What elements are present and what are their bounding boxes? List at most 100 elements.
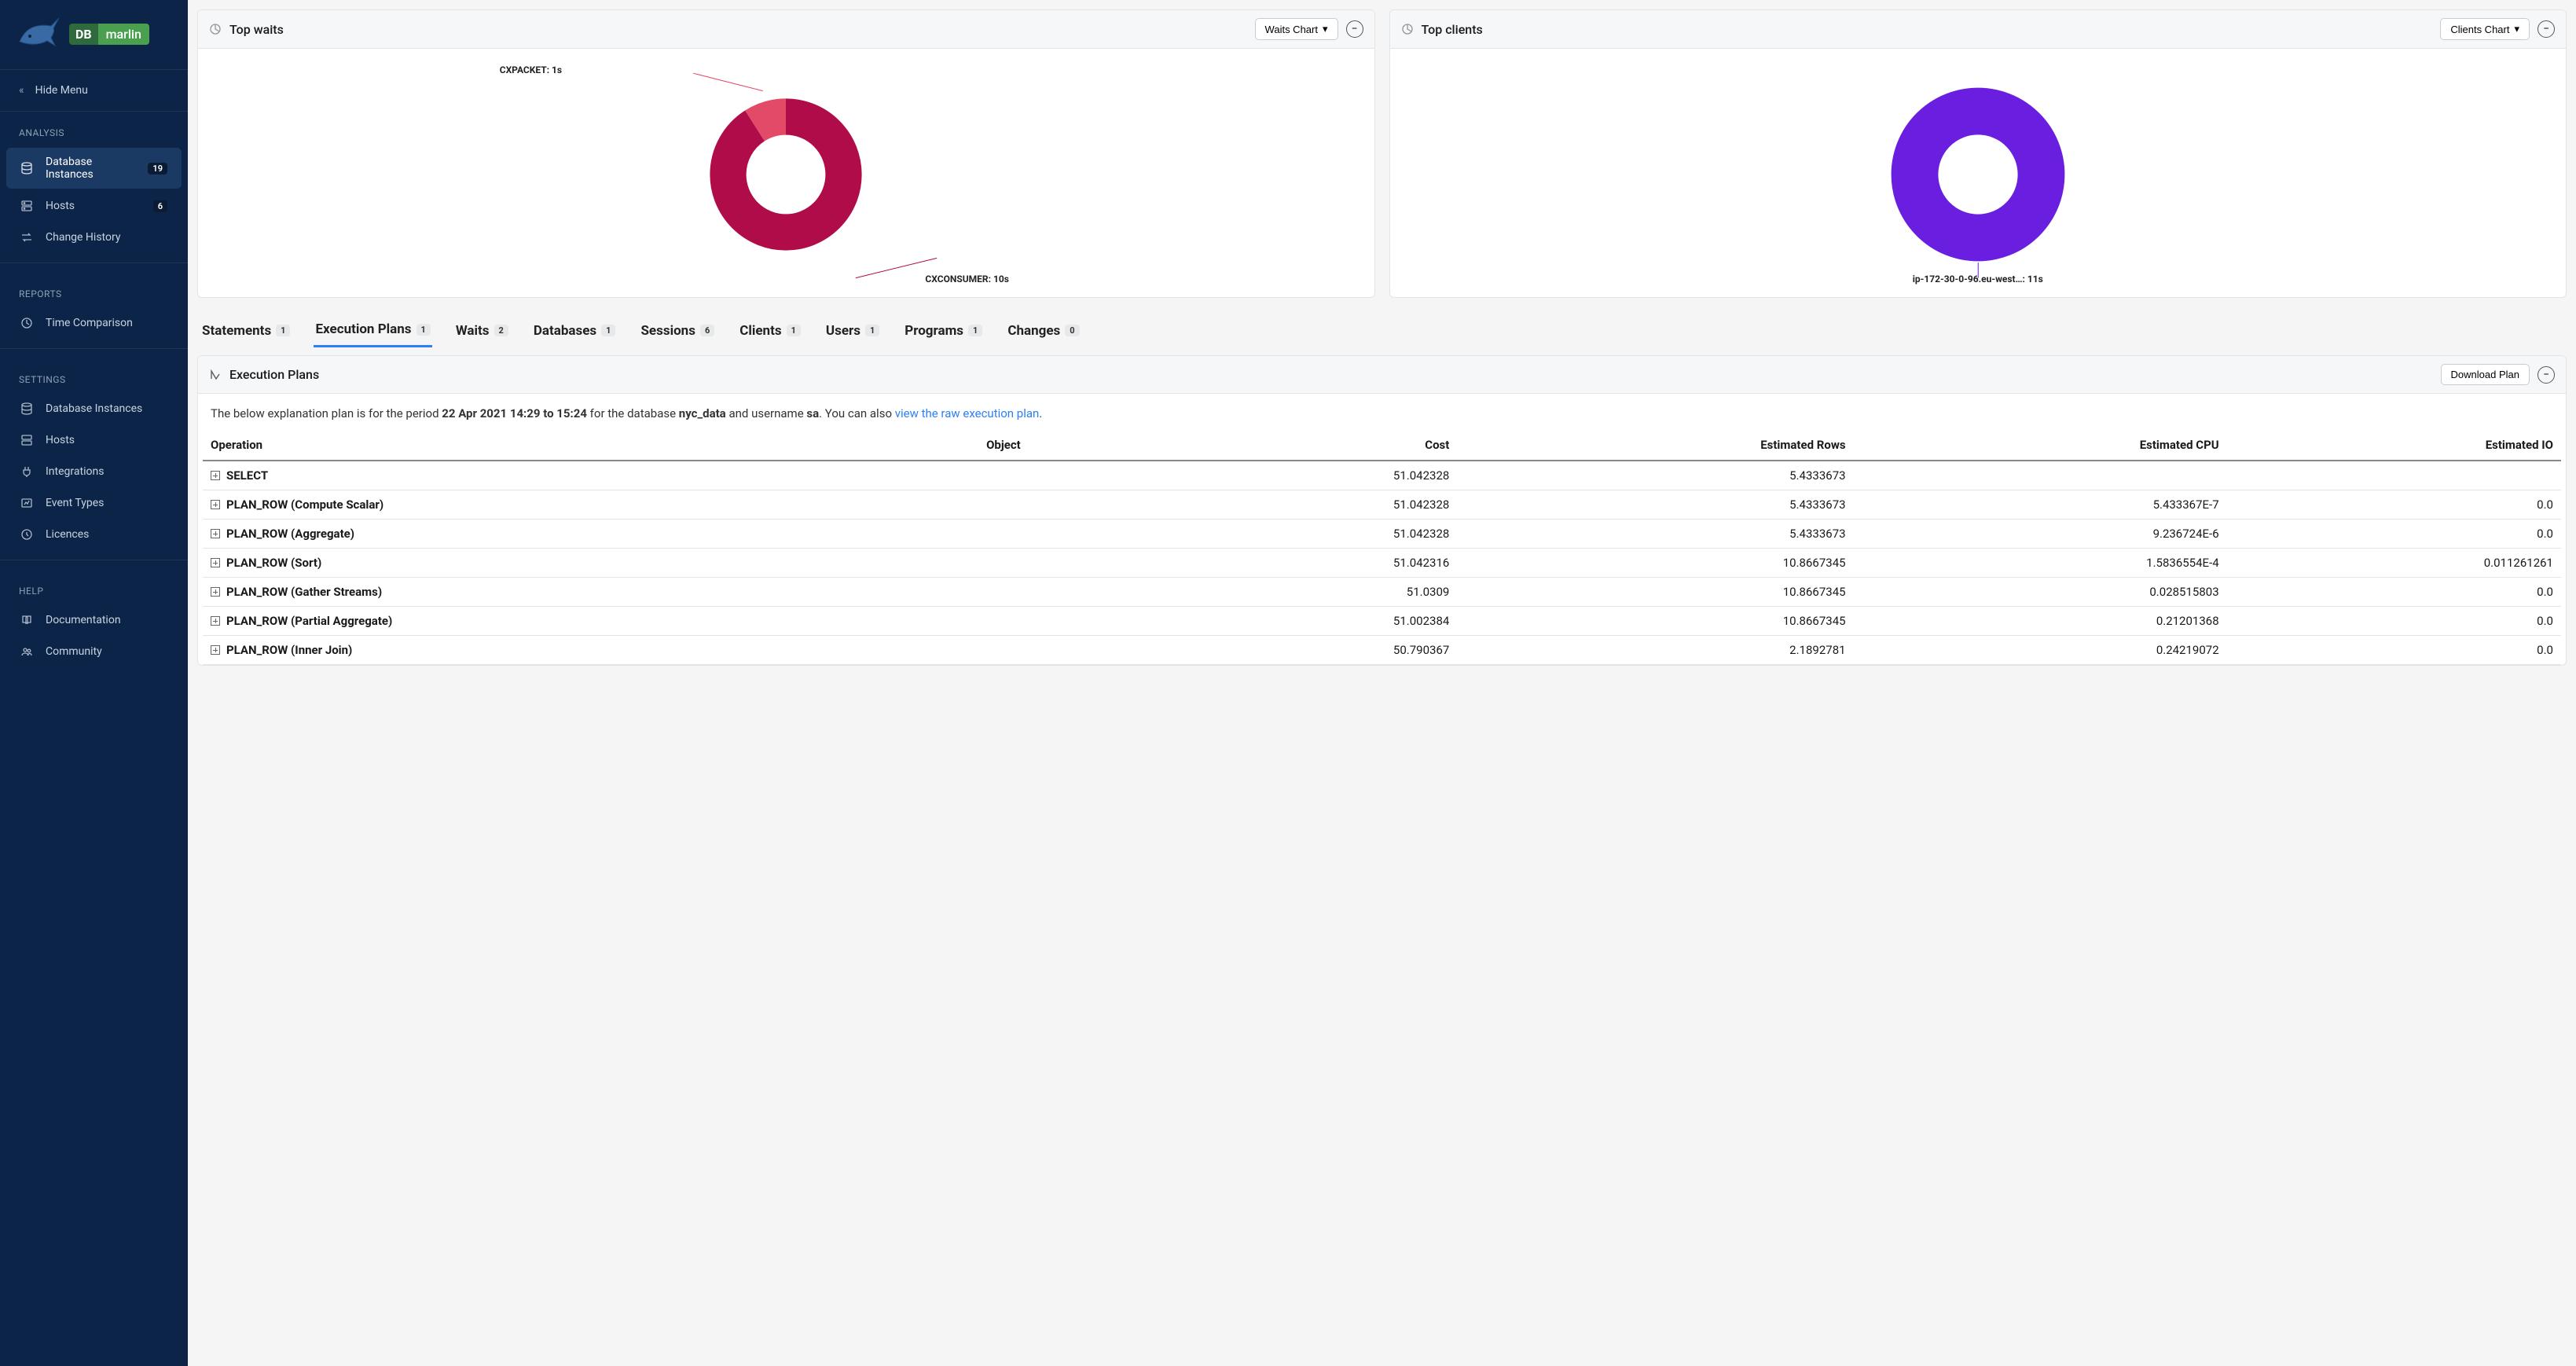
book-icon <box>20 614 35 626</box>
expand-icon[interactable] <box>211 500 220 509</box>
tab-programs[interactable]: Programs1 <box>903 317 984 347</box>
tabs: Statements1Execution Plans1Waits2Databas… <box>197 312 2567 347</box>
tab-label: Statements <box>202 323 271 339</box>
cpu-cell: 1.5836554E-4 <box>1854 549 2227 578</box>
waits-donut-chart: CXPACKET: 1s CXCONSUMER: 10s <box>206 64 1367 285</box>
section-help: HELP <box>0 570 188 604</box>
table-row: PLAN_ROW (Partial Aggregate)51.00238410.… <box>203 607 2561 636</box>
cost-cell: 51.042328 <box>1175 461 1457 490</box>
sidebar-item-database-instances[interactable]: Database Instances 19 <box>6 148 182 189</box>
cost-cell: 51.042328 <box>1175 520 1457 549</box>
column-header[interactable]: Cost <box>1175 430 1457 461</box>
execution-plans-panel: Execution Plans Download Plan − The belo… <box>197 355 2567 666</box>
plug-icon <box>20 465 35 478</box>
cpu-cell: 0.028515803 <box>1854 578 2227 607</box>
table-row: PLAN_ROW (Sort)51.04231610.86673451.5836… <box>203 549 2561 578</box>
column-header[interactable]: Estimated CPU <box>1854 430 2227 461</box>
tab-execution-plans[interactable]: Execution Plans1 <box>314 317 431 347</box>
rows-cell: 2.1892781 <box>1457 636 1853 665</box>
plan-description: The below explanation plan is for the pe… <box>198 394 2566 430</box>
pie-chart-icon <box>1401 23 1414 35</box>
tab-users[interactable]: Users1 <box>824 317 881 347</box>
hide-menu-button[interactable]: « Hide Menu <box>0 69 188 112</box>
card-title: Top clients <box>1422 22 2433 37</box>
column-header[interactable]: Estimated IO <box>2227 430 2561 461</box>
sidebar-item-hosts[interactable]: Hosts 6 <box>6 192 182 220</box>
tab-badge: 1 <box>787 325 801 336</box>
plan-database: nyc_data <box>679 406 726 420</box>
table-row: PLAN_ROW (Compute Scalar)51.0423285.4333… <box>203 490 2561 520</box>
cost-cell: 51.042316 <box>1175 549 1457 578</box>
cost-cell: 50.790367 <box>1175 636 1457 665</box>
sidebar-item-label: Documentation <box>46 614 167 626</box>
object-cell <box>978 490 1175 520</box>
plan-period: 22 Apr 2021 14:29 to 15:24 <box>442 406 587 420</box>
dropdown-label: Waits Chart <box>1265 24 1318 35</box>
sidebar-item-licences[interactable]: Licences <box>6 520 182 549</box>
clients-chart-dropdown[interactable]: Clients Chart ▾ <box>2440 18 2530 40</box>
sidebar-item-settings-db[interactable]: Database Instances <box>6 395 182 423</box>
collapse-button[interactable]: − <box>2537 366 2555 384</box>
sidebar-item-settings-hosts[interactable]: Hosts <box>6 426 182 454</box>
rows-cell: 5.4333673 <box>1457 490 1853 520</box>
logo: DB marlin <box>0 0 188 69</box>
tab-clients[interactable]: Clients1 <box>738 317 802 347</box>
table-row: PLAN_ROW (Inner Join)50.7903672.18927810… <box>203 636 2561 665</box>
top-clients-card: Top clients Clients Chart ▾ − ip-172-30-… <box>1389 9 2567 298</box>
column-header[interactable]: Estimated Rows <box>1457 430 1853 461</box>
tab-waits[interactable]: Waits2 <box>454 317 510 347</box>
sidebar-item-label: Database Instances <box>46 156 137 181</box>
download-plan-button[interactable]: Download Plan <box>2441 364 2530 385</box>
sidebar-item-event-types[interactable]: Event Types <box>6 489 182 517</box>
card-header: Top waits Waits Chart ▾ − <box>198 10 1374 49</box>
operation-cell: SELECT <box>203 461 978 490</box>
waits-chart-dropdown[interactable]: Waits Chart ▾ <box>1255 18 1338 40</box>
tab-statements[interactable]: Statements1 <box>200 317 292 347</box>
sidebar-item-change-history[interactable]: Change History <box>6 223 182 252</box>
operation-cell: PLAN_ROW (Aggregate) <box>203 520 978 549</box>
io-cell: 0.011261261 <box>2227 549 2561 578</box>
rows-cell: 10.8667345 <box>1457 549 1853 578</box>
sidebar-item-time-comparison[interactable]: Time Comparison <box>6 309 182 337</box>
expand-icon[interactable] <box>211 587 220 597</box>
sidebar-item-community[interactable]: Community <box>6 637 182 666</box>
sidebar-item-label: Integrations <box>46 465 167 478</box>
rows-cell: 10.8667345 <box>1457 578 1853 607</box>
tab-sessions[interactable]: Sessions6 <box>639 317 716 347</box>
object-cell <box>978 549 1175 578</box>
sidebar-item-label: Database Instances <box>46 402 167 415</box>
collapse-button[interactable]: − <box>1346 20 1363 38</box>
io-cell: 0.0 <box>2227 636 2561 665</box>
tab-databases[interactable]: Databases1 <box>532 317 618 347</box>
marlin-fish-icon <box>16 14 63 53</box>
tab-changes[interactable]: Changes0 <box>1006 317 1081 347</box>
io-cell: 0.0 <box>2227 578 2561 607</box>
expand-icon[interactable] <box>211 471 220 480</box>
rows-cell: 5.4333673 <box>1457 520 1853 549</box>
view-raw-plan-link[interactable]: view the raw execution plan <box>895 406 1040 420</box>
sidebar-item-documentation[interactable]: Documentation <box>6 606 182 634</box>
cpu-cell: 0.21201368 <box>1854 607 2227 636</box>
cpu-cell: 5.433367E-7 <box>1854 490 2227 520</box>
sidebar-item-integrations[interactable]: Integrations <box>6 457 182 486</box>
operation-cell: PLAN_ROW (Compute Scalar) <box>203 490 978 520</box>
plan-username: sa <box>806 406 819 420</box>
card-header: Top clients Clients Chart ▾ − <box>1390 10 2567 49</box>
collapse-button[interactable]: − <box>2537 20 2555 38</box>
column-header[interactable]: Operation <box>203 430 978 461</box>
tab-badge: 1 <box>416 324 431 336</box>
sidebar-item-label: Event Types <box>46 497 167 509</box>
expand-icon[interactable] <box>211 616 220 626</box>
expand-icon[interactable] <box>211 558 220 567</box>
expand-icon[interactable] <box>211 529 220 538</box>
expand-icon[interactable] <box>211 645 220 655</box>
operation-cell: PLAN_ROW (Gather Streams) <box>203 578 978 607</box>
io-cell: 0.0 <box>2227 490 2561 520</box>
logo-marlin-text: marlin <box>98 24 149 45</box>
tab-badge: 6 <box>700 325 714 336</box>
section-analysis: ANALYSIS <box>0 112 188 146</box>
column-header[interactable]: Object <box>978 430 1175 461</box>
sidebar-item-label: Change History <box>46 231 167 244</box>
tab-badge: 0 <box>1065 325 1079 336</box>
operation-cell: PLAN_ROW (Partial Aggregate) <box>203 607 978 636</box>
